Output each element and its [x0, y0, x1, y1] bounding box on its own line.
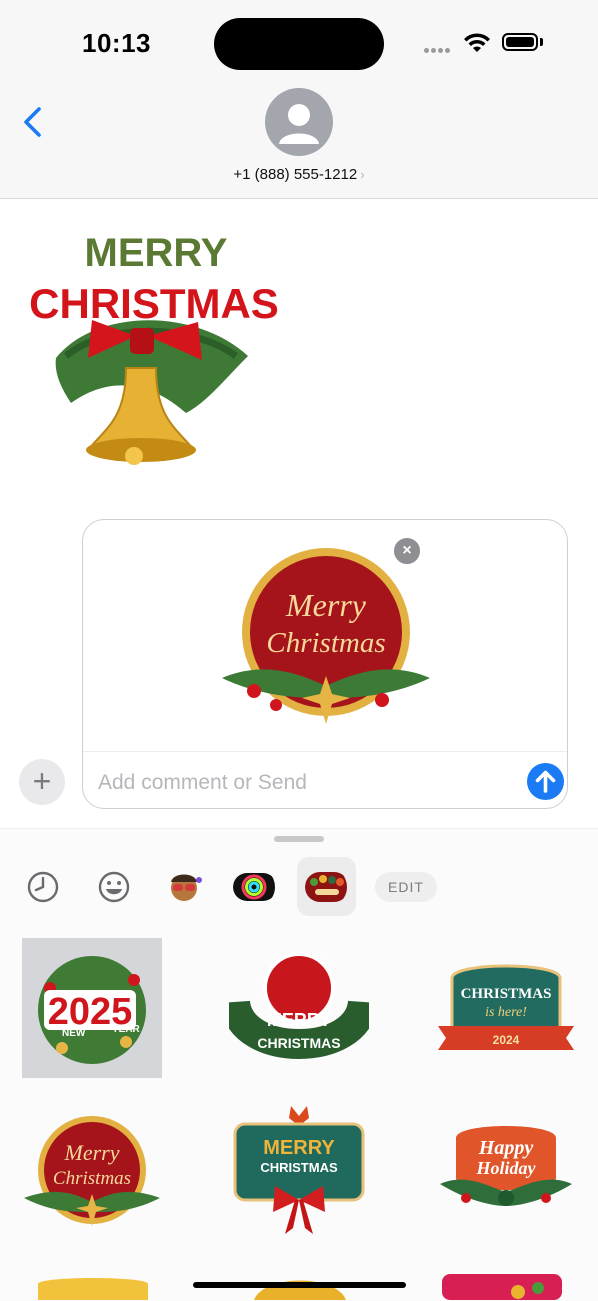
drawer-grabber[interactable]: [274, 836, 324, 842]
battery-cap: [540, 38, 543, 46]
sticker-merry-christmas-round[interactable]: Merry Christmas: [22, 1108, 162, 1248]
dynamic-island: [214, 18, 384, 70]
home-indicator[interactable]: [193, 1282, 406, 1288]
sticker-christmas-is-here[interactable]: CHRISTMAS is here! 2024: [436, 938, 576, 1078]
sticker-sign-christmas: CHRISTMAS: [260, 1160, 338, 1175]
sticker-sign-art: MERRY CHRISTMAS: [233, 1106, 365, 1234]
sticker-merry-christmas-wreath[interactable]: MERRY CHRISTMAS: [220, 938, 378, 1078]
sticker-pack-icon: [305, 872, 347, 902]
recents-icon[interactable]: [22, 866, 64, 908]
sticker-is-here-l2: is here!: [485, 1005, 527, 1020]
send-button[interactable]: [527, 763, 564, 800]
contact-name[interactable]: +1 (888) 555-1212 ›: [0, 166, 598, 183]
battery-icon: [502, 33, 538, 51]
sticker-is-here-l3: 2024: [493, 1033, 520, 1047]
wifi-icon: [464, 33, 490, 52]
arrow-up-icon: [535, 770, 556, 793]
sticker-wreath-christmas: CHRISTMAS: [257, 1035, 340, 1051]
compose-divider: [83, 751, 567, 752]
sticker-partial-ornaments[interactable]: [442, 1270, 562, 1300]
emoji-icon[interactable]: [93, 866, 135, 908]
sticker-is-here-l1: CHRISTMAS: [461, 986, 552, 1002]
sticker-wreath-art: MERRY CHRISTMAS: [220, 952, 378, 1059]
sticker-round-christmas: Christmas: [53, 1168, 131, 1189]
sticker-sign-merry: MERRY: [263, 1137, 335, 1159]
sticker-text-christmas: CHRISTMAS: [29, 280, 279, 327]
sticker-happy-holiday[interactable]: Happy Holiday: [436, 1108, 576, 1248]
sticker-holiday-holiday: Holiday: [476, 1158, 537, 1178]
remove-sticker-button[interactable]: ×: [392, 536, 422, 566]
add-attachment-button[interactable]: +: [19, 759, 65, 805]
sticker-holiday-happy: Happy: [478, 1137, 534, 1159]
sticker-is-here-art: CHRISTMAS is here! 2024: [438, 964, 574, 1050]
contact-avatar[interactable]: [265, 88, 333, 156]
sent-sticker-bell[interactable]: MERRY CHRISTMAS: [26, 228, 286, 478]
sticker-text-merry: MERRY: [85, 231, 228, 275]
sticker-2025-new: NEW: [62, 1028, 86, 1039]
sticker-round-art: Merry Christmas: [24, 1116, 160, 1226]
sticker-2025-yearword: YEAR: [112, 1024, 141, 1035]
cellular-signal-icon: [424, 40, 452, 58]
sticker-2025[interactable]: 2025 NEW YEAR: [22, 938, 162, 1078]
sticker-merry-christmas-sign[interactable]: MERRY CHRISTMAS: [229, 1100, 369, 1240]
memoji-icon[interactable]: [163, 866, 205, 908]
edit-stickers-button[interactable]: EDIT: [375, 872, 437, 902]
activity-rings-icon[interactable]: [233, 866, 275, 908]
status-time: 10:13: [82, 28, 151, 58]
staged-sticker-christmas: Christmas: [266, 627, 385, 659]
sticker-wreath-merry: MERRY: [267, 1010, 331, 1030]
sticker-2025-art: 2025 NEW YEAR: [38, 956, 146, 1064]
staged-sticker-merry-christmas[interactable]: Merry Christmas: [218, 548, 434, 730]
sticker-holiday-art: Happy Holiday: [440, 1126, 572, 1206]
sticker-round-merry: Merry: [64, 1140, 120, 1165]
person-icon: [279, 104, 319, 144]
comment-input[interactable]: [98, 766, 518, 800]
back-chevron-icon[interactable]: [18, 104, 50, 140]
sticker-partial-yellow[interactable]: [34, 1272, 152, 1300]
chevron-right-icon: ›: [360, 167, 365, 182]
contact-phone: +1 (888) 555-1212: [233, 166, 358, 183]
staged-sticker-merry: Merry: [285, 587, 367, 623]
